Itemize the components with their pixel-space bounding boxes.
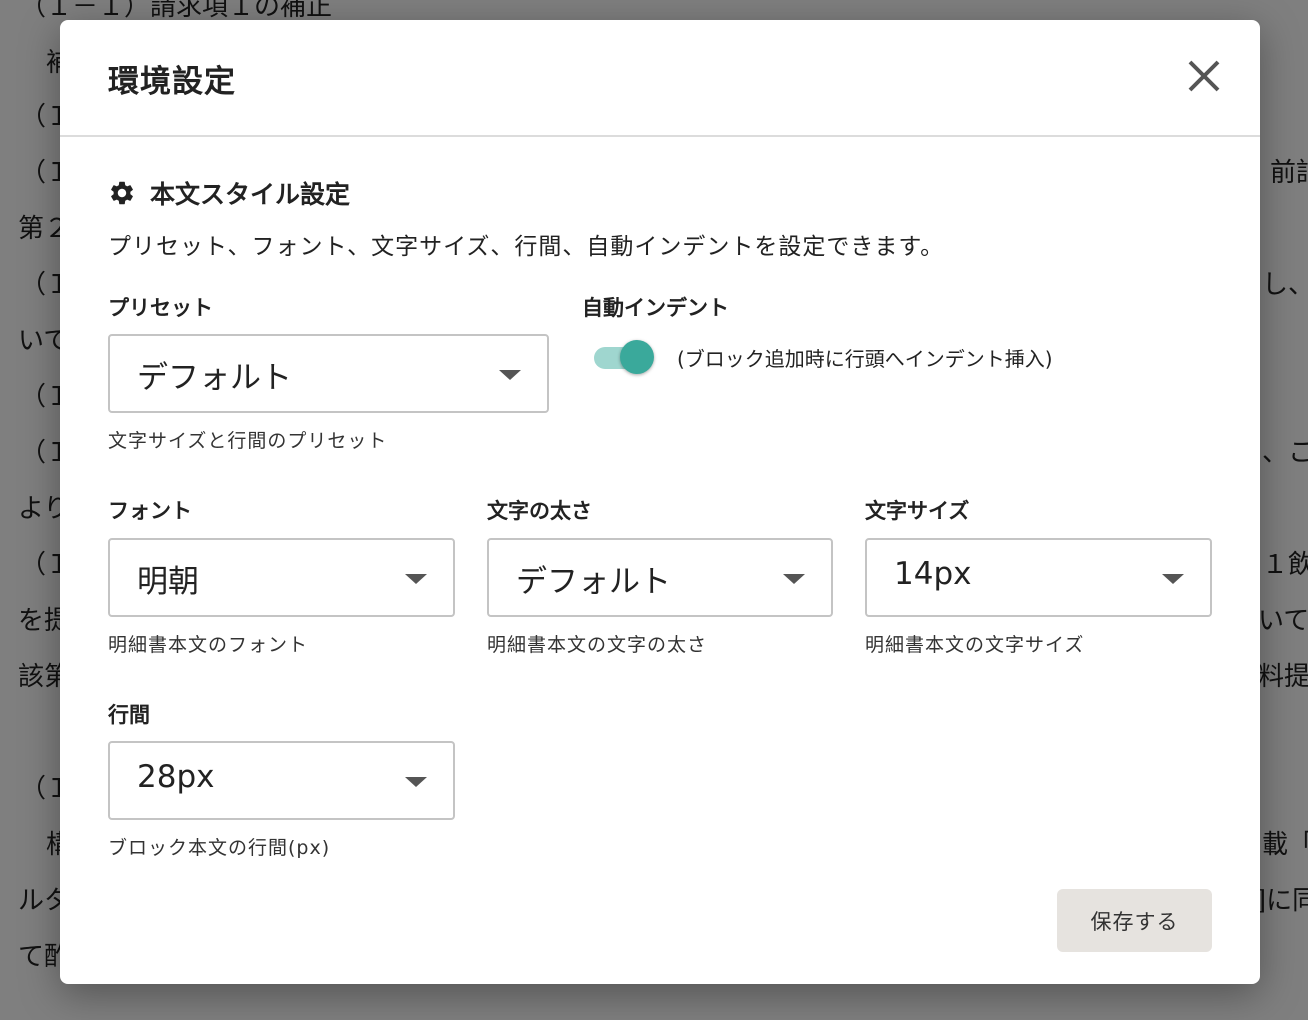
- chevron-down-icon: [783, 574, 805, 584]
- chevron-down-icon: [405, 777, 427, 787]
- section-title: 本文スタイル設定: [150, 180, 351, 209]
- chevron-down-icon: [405, 574, 427, 584]
- close-button[interactable]: [1184, 56, 1224, 96]
- dialog-title: 環境設定: [108, 64, 236, 100]
- font-size-helper: 明細書本文の文字サイズ: [865, 634, 1085, 656]
- settings-dialog: 環境設定 本文スタイル設定 プリセット、フォント、文字サイズ、行間、自動インデン…: [60, 20, 1260, 984]
- font-helper: 明細書本文のフォント: [108, 634, 309, 656]
- font-weight-value: デフォルト: [516, 564, 671, 600]
- line-height-select[interactable]: 28px: [108, 741, 455, 820]
- preset-select[interactable]: デフォルト: [108, 334, 549, 413]
- toggle-thumb: [620, 340, 654, 374]
- section-description: プリセット、フォント、文字サイズ、行間、自動インデントを設定できます。: [108, 234, 945, 260]
- font-size-select[interactable]: 14px: [865, 538, 1212, 617]
- save-button[interactable]: 保存する: [1057, 889, 1212, 952]
- line-height-value: 28px: [137, 759, 215, 795]
- font-value: 明朝: [137, 564, 199, 600]
- font-weight-helper: 明細書本文の文字の太さ: [487, 634, 708, 656]
- font-size-label: 文字サイズ: [865, 499, 970, 523]
- preset-value: デフォルト: [137, 360, 292, 396]
- font-weight-select[interactable]: デフォルト: [487, 538, 833, 617]
- close-icon: [1188, 60, 1220, 92]
- chevron-down-icon: [499, 370, 521, 380]
- auto-indent-description: (ブロック追加時に行頭へインデント挿入): [677, 347, 1053, 371]
- line-height-label: 行間: [108, 703, 150, 727]
- auto-indent-label: 自動インデント: [582, 296, 729, 320]
- preset-label: プリセット: [108, 296, 213, 320]
- chevron-down-icon: [1162, 574, 1184, 584]
- font-weight-label: 文字の太さ: [487, 499, 592, 523]
- auto-indent-toggle[interactable]: [594, 340, 654, 376]
- dialog-header: 環境設定: [60, 20, 1260, 137]
- font-select[interactable]: 明朝: [108, 538, 455, 617]
- gear-icon: [111, 181, 133, 205]
- font-size-value: 14px: [894, 556, 972, 592]
- preset-helper: 文字サイズと行間のプリセット: [108, 430, 388, 452]
- font-label: フォント: [108, 499, 192, 523]
- section-header: 本文スタイル設定: [108, 175, 350, 211]
- line-height-helper: ブロック本文の行間(px): [108, 837, 331, 859]
